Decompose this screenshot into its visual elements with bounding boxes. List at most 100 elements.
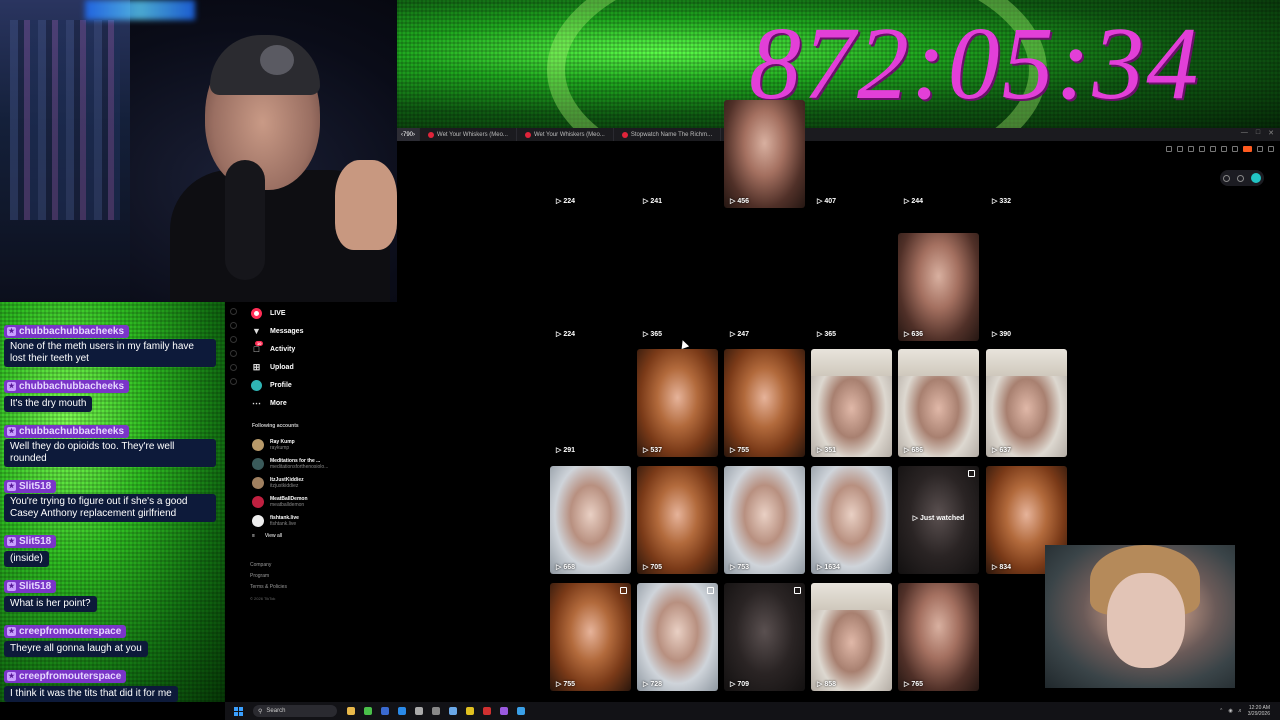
menu-icon[interactable] bbox=[1268, 146, 1274, 152]
obs-icon[interactable] bbox=[381, 707, 389, 715]
volume-icon[interactable]: ♬ bbox=[1238, 708, 1243, 714]
device-icon[interactable] bbox=[1236, 174, 1244, 182]
home-icon[interactable] bbox=[230, 308, 237, 315]
chat-username[interactable]: ★ Slit518 bbox=[4, 479, 57, 493]
settings-icon[interactable] bbox=[432, 707, 440, 715]
bookmark-icon[interactable] bbox=[1166, 146, 1172, 152]
shield-icon[interactable] bbox=[1188, 146, 1194, 152]
chat-username[interactable]: ★ chubbachubbacheeks bbox=[4, 324, 130, 338]
footer-program-link[interactable]: Program bbox=[250, 571, 287, 582]
file-explorer-icon[interactable] bbox=[347, 707, 355, 715]
steam-icon[interactable] bbox=[415, 707, 423, 715]
username-text: Slit518 bbox=[19, 480, 52, 492]
nav-live[interactable]: LIVE bbox=[251, 304, 391, 322]
xbox-icon[interactable] bbox=[364, 707, 372, 715]
wallet-icon[interactable] bbox=[1257, 146, 1263, 152]
brave-icon[interactable] bbox=[1243, 146, 1252, 152]
chat-username[interactable]: ★ Slit518 bbox=[4, 534, 57, 548]
video-thumbnail[interactable]: ▷ 537 bbox=[637, 349, 718, 457]
video-thumbnail[interactable]: ▷ 709 bbox=[724, 583, 805, 691]
video-thumbnail[interactable]: ▷ 637 bbox=[986, 349, 1067, 457]
chevron-up-icon[interactable]: ⌃ bbox=[1219, 708, 1223, 714]
video-thumbnail[interactable]: ▷ 365 bbox=[811, 233, 892, 341]
video-thumbnail[interactable]: ▷ 765 bbox=[898, 583, 979, 691]
video-thumbnail[interactable]: ▷ 668 bbox=[550, 466, 631, 574]
account-item[interactable]: MeatBallDemon meatballdemon bbox=[252, 492, 392, 511]
chat-username[interactable]: ★ Slit518 bbox=[4, 579, 57, 593]
send-icon: ▼ bbox=[252, 326, 261, 336]
video-thumbnail[interactable]: ▷ Just watched bbox=[898, 466, 979, 574]
video-thumbnail[interactable]: ▷ 636 bbox=[898, 233, 979, 341]
account-name: ItzJustKiddiez bbox=[270, 476, 304, 483]
explore-icon[interactable] bbox=[230, 322, 237, 329]
tab-youtube-1[interactable]: Wet Your Whiskers (Meo... bbox=[420, 128, 517, 141]
video-thumbnail[interactable]: ▷ 753 bbox=[724, 466, 805, 574]
view-count: ▷ 456 bbox=[730, 198, 750, 205]
view-all-link[interactable]: ≡ View all bbox=[252, 533, 392, 539]
video-thumbnail[interactable]: ▷ 407 bbox=[811, 100, 892, 208]
wifi-icon[interactable]: ◉ bbox=[1228, 708, 1232, 714]
video-thumbnail[interactable]: ▷ 247 bbox=[724, 233, 805, 341]
minimize-icon[interactable]: — bbox=[1241, 129, 1248, 137]
video-thumbnail[interactable]: ▷ 456 bbox=[724, 100, 805, 208]
profile-rail-icon[interactable] bbox=[230, 378, 237, 385]
chat-username[interactable]: ★ chubbachubbacheeks bbox=[4, 424, 130, 438]
coin-icon[interactable] bbox=[1223, 174, 1231, 182]
chat-message: ★ chubbachubbacheeks It's the dry mouth bbox=[4, 375, 218, 412]
friends-icon[interactable] bbox=[230, 350, 237, 357]
taskbar-clock[interactable]: 12:20 AM 3/29/2026 bbox=[1248, 705, 1270, 717]
download-icon[interactable] bbox=[1199, 146, 1205, 152]
store-icon[interactable] bbox=[398, 707, 406, 715]
video-thumbnail[interactable]: ▷ 291 bbox=[550, 349, 631, 457]
nav-more[interactable]: ⋯ More bbox=[251, 394, 391, 412]
play-icon[interactable] bbox=[1210, 146, 1216, 152]
chat-message: ★ Slit518 What is her point? bbox=[4, 575, 218, 612]
twitch-icon[interactable] bbox=[500, 707, 508, 715]
video-thumbnail[interactable]: ▷ 224 bbox=[550, 233, 631, 341]
windows-start-icon[interactable] bbox=[234, 706, 243, 716]
heart-icon[interactable] bbox=[1221, 146, 1227, 152]
nav-activity[interactable]: □ 10 Activity bbox=[251, 340, 391, 358]
video-thumbnail[interactable]: ▷ 365 bbox=[637, 233, 718, 341]
account-item[interactable]: Ray Kump raykump bbox=[252, 435, 392, 454]
video-thumbnail[interactable]: ▷ 728 bbox=[637, 583, 718, 691]
video-thumbnail[interactable]: ▷ 332 bbox=[986, 100, 1067, 208]
account-item[interactable]: Meditations for the ... meditationsforthe… bbox=[252, 454, 392, 473]
nav-profile[interactable]: Profile bbox=[251, 376, 391, 394]
chat-message: ★ creepfromouterspace Theyre all gonna lau… bbox=[4, 620, 218, 657]
extension-icon[interactable] bbox=[1177, 146, 1183, 152]
video-thumbnail[interactable]: ▷ 686 bbox=[898, 349, 979, 457]
close-icon[interactable]: ✕ bbox=[1268, 129, 1274, 137]
user-avatar[interactable] bbox=[1250, 173, 1261, 183]
maximize-icon[interactable]: □ bbox=[1256, 129, 1260, 137]
chat-username[interactable]: ★ chubbachubbacheeks bbox=[4, 379, 130, 393]
video-thumbnail[interactable]: ▷ 755 bbox=[550, 583, 631, 691]
video-thumbnail[interactable]: ▷ 390 bbox=[986, 233, 1067, 341]
video-thumbnail[interactable]: ▷ 241 bbox=[637, 100, 718, 208]
chat-username[interactable]: ★ creepfromouterspace bbox=[4, 624, 127, 638]
account-item[interactable]: ItzJustKiddiez itzjustkiddiez bbox=[252, 473, 392, 492]
video-thumbnail[interactable]: ▷ 224 bbox=[550, 100, 631, 208]
chat-username[interactable]: ★ creepfromouterspace bbox=[4, 669, 127, 683]
tab-counter[interactable]: ‹790› bbox=[397, 128, 421, 141]
video-thumbnail[interactable]: ▷ 858 bbox=[811, 583, 892, 691]
taskbar-search[interactable]: ⚲ Search bbox=[253, 705, 337, 717]
telegram-icon[interactable] bbox=[517, 707, 525, 715]
video-thumbnail[interactable]: ▷ 244 bbox=[898, 100, 979, 208]
video-thumbnail[interactable]: ▷ 351 bbox=[811, 349, 892, 457]
browser-toolbar bbox=[1166, 146, 1274, 152]
following-icon[interactable] bbox=[230, 336, 237, 343]
video-thumbnail[interactable]: ▷ 1634 bbox=[811, 466, 892, 574]
video-thumbnail[interactable]: ▷ 755 bbox=[724, 349, 805, 457]
account-item[interactable]: fishtank.live fishtank.live bbox=[252, 511, 392, 530]
footer-company-link[interactable]: Company bbox=[250, 560, 287, 571]
nav-upload[interactable]: ⊞ Upload bbox=[251, 358, 391, 376]
footer-terms-link[interactable]: Terms & Policies bbox=[250, 582, 287, 593]
app-icon[interactable] bbox=[449, 707, 457, 715]
brave-taskbar-icon[interactable] bbox=[483, 707, 491, 715]
live-rail-icon[interactable] bbox=[230, 364, 237, 371]
notes-icon[interactable] bbox=[466, 707, 474, 715]
video-thumbnail[interactable]: ▷ 705 bbox=[637, 466, 718, 574]
nav-messages[interactable]: ▼ Messages bbox=[251, 322, 391, 340]
message-icon[interactable] bbox=[1232, 146, 1238, 152]
